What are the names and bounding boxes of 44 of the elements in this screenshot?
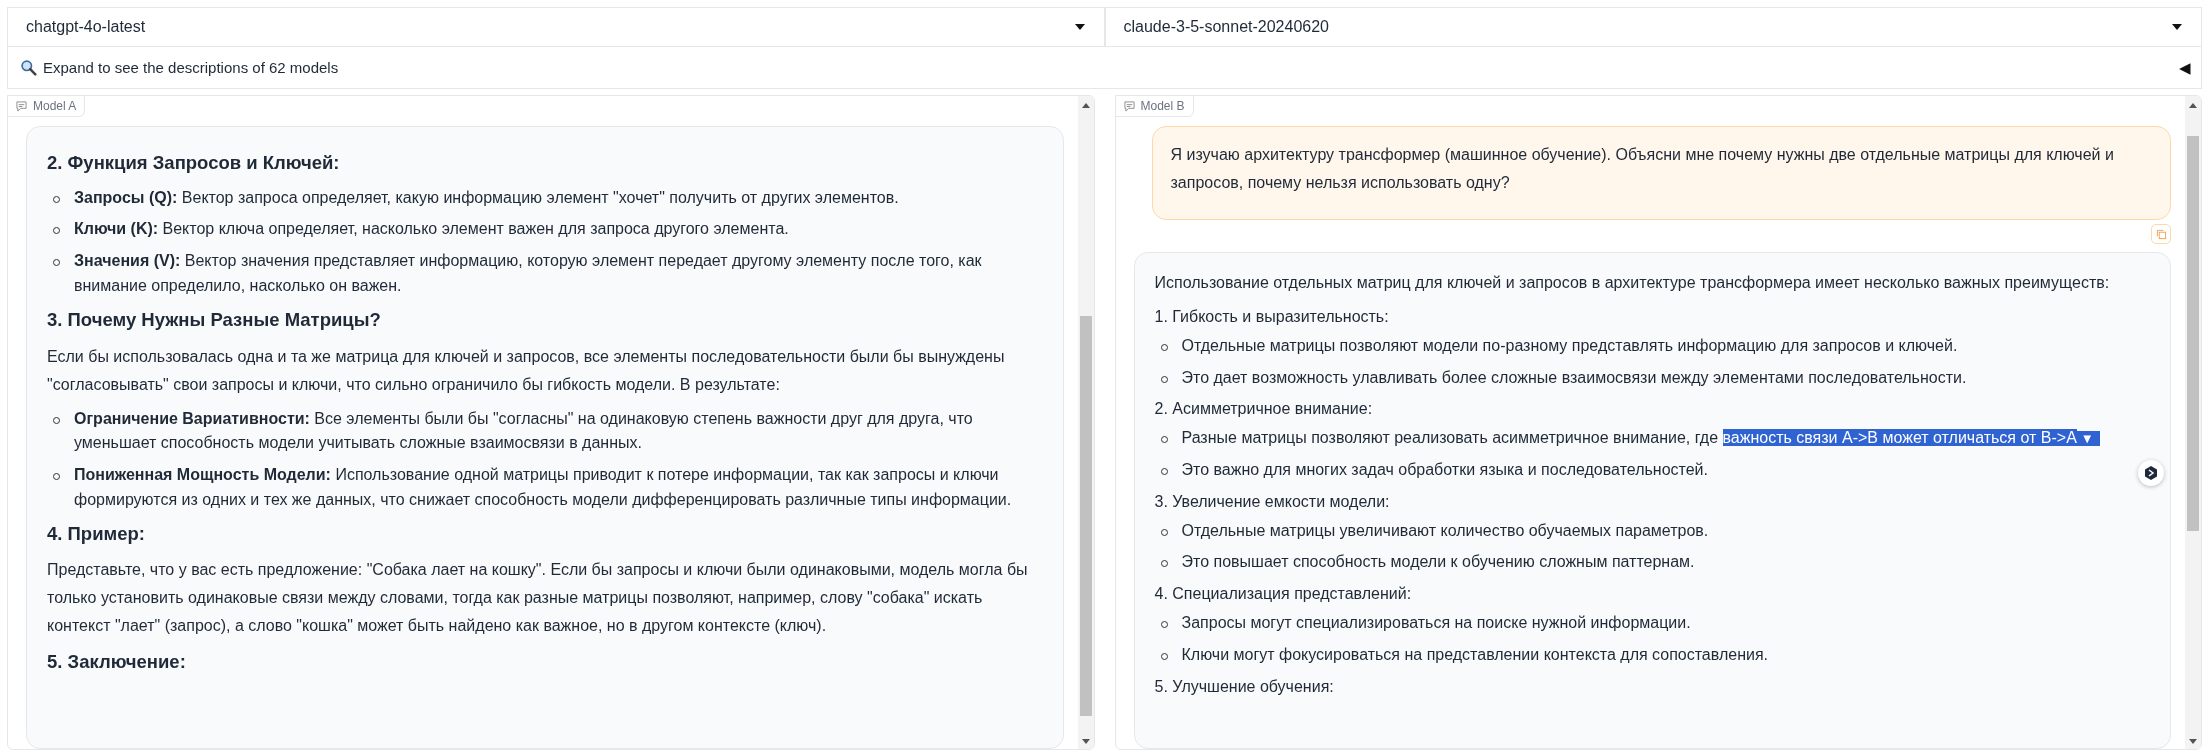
list-heading: 4. Специализация представлений:	[1154, 584, 1413, 605]
list-heading: 2. Асимметричное внимание:	[1154, 399, 1374, 420]
list-item-text: Запросы могут специализироваться на поиске нужной информации.	[1181, 613, 1691, 631]
section-heading: 3. Почему Нужны Разные Матрицы?	[47, 307, 382, 332]
list-item-text: Отдельные матрицы позволяют модели по-разному представлять информацию для запросов и ключей.	[1181, 336, 1958, 354]
list-item-text: Значения (V): Вектор значения представляет информацию, которую элемент передает другому элементу после того, как внимание определило, насколько он важен.	[74, 252, 982, 295]
expand-bar[interactable]: Expand to see the descriptions of 62 models ◀	[7, 47, 2202, 89]
chat-icon	[1123, 100, 1135, 112]
paragraph: Если бы использовалась одна и та же матрица для ключей и запросов, все элементы последовательности были бы вынуждены "согласовывать" свои запросы и ключи, что сильно ограничило бы гибкость модели. В результате:	[47, 346, 1006, 395]
list-heading: 1. Гибкость и выразительность:	[1154, 307, 1390, 327]
search-icon	[20, 59, 37, 76]
section-heading: 5. Заключение:	[47, 650, 187, 675]
panel-label: Model B	[1114, 95, 1194, 117]
list-item-text: Разные матрицы позволяют реализовать асимметричное внимание, где	[1181, 429, 1719, 447]
copy-button[interactable]	[2151, 224, 2171, 244]
panel-label: Model A	[7, 95, 86, 117]
caret-icon	[2171, 23, 2183, 31]
paragraph: Использование отдельных матриц для ключей и запросов в архитектуре трансформера имеет несколько важных преимуществ:	[1154, 273, 2111, 293]
list-item-text: Отдельные матрицы увеличивают количество обучаемых параметров.	[1181, 521, 1709, 539]
list-item-text: Это дает возможность улавливать более сложные взаимосвязи между элементами последовательности.	[1181, 368, 1967, 386]
list-item-text: Пониженная Мощность Модели: Использование одной матрицы приводит к потере информации, так как запросы и ключи формируются из одних и тех же данных, что снижает способность модели дифференцировать различные типы информации.	[74, 466, 1012, 508]
section-heading: 2. Функция Запросов и Ключей:	[47, 151, 341, 175]
selected-text: важность связи A->B может отличаться от B->A	[1722, 429, 2077, 447]
model-dropdown[interactable]: chatgpt-4o-latest	[7, 7, 1105, 47]
list-heading: 3. Увеличение емкости модели:	[1154, 491, 1391, 512]
chat-icon	[16, 100, 27, 112]
model-dropdown[interactable]: claude-3-5-sonnet-20240620	[1104, 7, 2202, 47]
list-item-text: Ключи (K): Вектор ключа определяет, насколько элемент важен для запроса другого элемента.	[74, 220, 789, 238]
expand-label: Expand to see the descriptions of 62 models	[43, 59, 339, 76]
paragraph: Я изучаю архитектуру трансформер (машинное обучение). Объясни мне почему нужны две отдельные матрицы для ключей и запросов, почему нельзя использовать одну?	[1170, 145, 2115, 193]
collapse-toggle[interactable]: ◀	[2179, 58, 2191, 77]
paragraph: Представьте, что у вас есть предложение: "Собака лает на кошку". Если бы запросы и ключи были одинаковыми, модель могла бы только установить одинаковые связи между словами, тогда как разные матрицы позволяют, например, слову "собака" искать контекст "лает" (запрос), а слово "кошка" может быть найдено как важное, но в другом контексте (ключ).	[47, 560, 1029, 637]
list-item-text: Ограничение Вариативности: Все элементы были бы "согласны" на одинаковую степень важности друг для друга, что уменьшает способность модели учитывать сложные взаимосвязи в данных.	[74, 409, 973, 452]
list-item-text: Это важно для многих задач обработки языка и последовательностей.	[1181, 461, 1708, 478]
copy-icon	[2155, 228, 2167, 240]
list-item-text: Ключи могут фокусироваться на представлении контекста для сопоставления.	[1181, 645, 1768, 663]
dropdown-value: claude-3-5-sonnet-20240620	[1123, 18, 1329, 36]
dropdown-value: chatgpt-4o-latest	[26, 18, 146, 36]
caret-icon	[1073, 23, 1086, 31]
selection-menu-button[interactable]: ▼	[2076, 431, 2100, 447]
list-item-text: Запросы (Q): Вектор запроса определяет, какую информацию элемент "хочет" получить от других элементов.	[74, 188, 899, 206]
list-item-text: Это повышает способность модели к обучению сложным паттернам.	[1181, 553, 1695, 571]
list-heading: 5. Улучшение обучения:	[1154, 676, 1335, 697]
section-heading: 4. Пример:	[47, 521, 146, 546]
